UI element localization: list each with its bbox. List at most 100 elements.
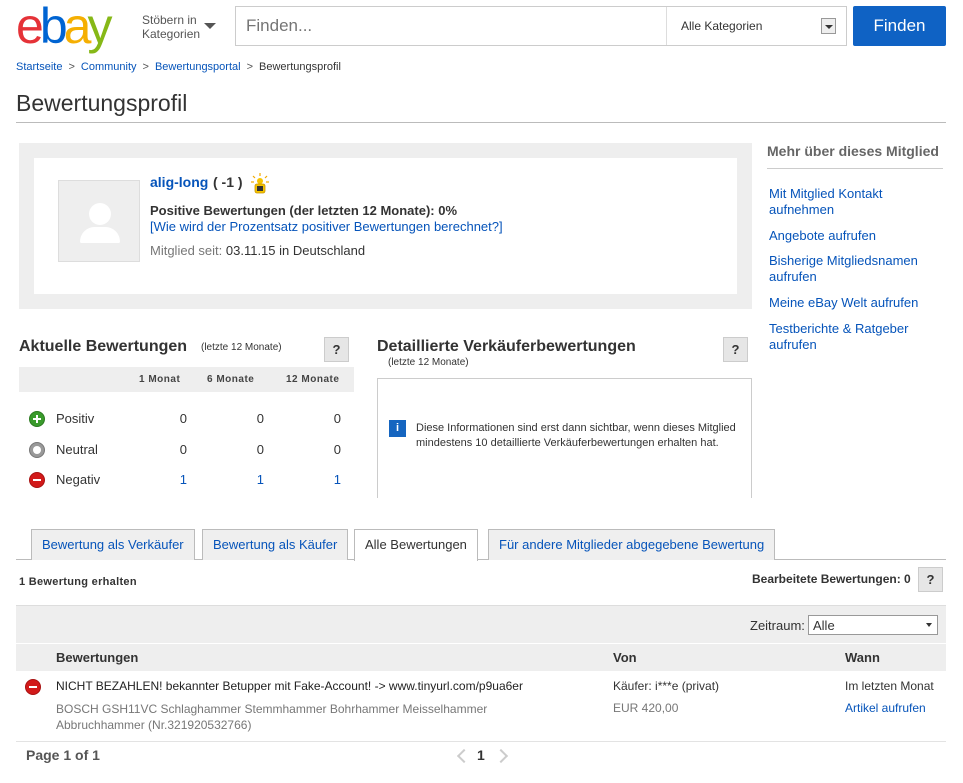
info-icon: i — [389, 420, 406, 437]
feedback-comment: NICHT BEZAHLEN! bekannter Betupper mit F… — [56, 679, 523, 693]
breadcrumb-separator: > — [68, 61, 75, 73]
ebay-logo[interactable]: ebay — [16, 1, 134, 51]
breadcrumb-home[interactable]: Startseite — [16, 61, 62, 73]
positive-icon — [29, 411, 45, 427]
dsr-help-button[interactable]: ? — [723, 337, 748, 362]
breadcrumb: Startseite > Community > Bewertungsportal > Be… — [16, 61, 341, 73]
feedback-score: ( -1 ) — [213, 174, 243, 190]
breadcrumb-community[interactable]: Community — [81, 61, 137, 73]
sidebar-link-contact[interactable]: Mit Mitglied Kontakt aufnehmen — [769, 186, 939, 218]
category-select-value: Alle Kategorien — [681, 19, 763, 33]
dropdown-arrow-icon — [821, 18, 836, 34]
feedback-from: Käufer: i***e (privat) — [613, 679, 720, 693]
chevron-down-icon — [204, 23, 216, 29]
period-select-value: Alle — [813, 618, 835, 633]
breadcrumb-current: Bewertungsprofil — [259, 61, 341, 73]
edited-count: Bearbeitete Bewertungen: 0 — [752, 572, 911, 586]
dsr-panel: i Diese Informationen sind erst dann sic… — [377, 378, 752, 498]
dsr-subtitle: (letzte 12 Monate) — [388, 357, 469, 368]
positive-feedback-percent: Positive Bewertungen (der letzten 12 Mon… — [150, 203, 458, 218]
sidebar-link-my-world[interactable]: Meine eBay Welt aufrufen — [769, 295, 939, 311]
profile-card-inner: alig-long ( -1 ) Positive Bewertungen (d… — [34, 158, 737, 294]
username-link[interactable]: alig-long — [150, 174, 208, 190]
tab-as-buyer[interactable]: Bewertung als Käufer — [202, 529, 349, 560]
period-select[interactable]: Alle — [808, 615, 938, 635]
member-since-label: Mitglied seit: — [150, 243, 223, 258]
feedback-table-header: 1 Monat 6 Monate 12 Monate — [19, 367, 354, 392]
filter-bar: Zeitraum: Alle — [16, 605, 946, 643]
logo-letter-a: a — [63, 0, 92, 54]
dsr-title: Detaillierte Verkäuferbewertungen — [377, 338, 636, 355]
tab-as-seller[interactable]: Bewertung als Verkäufer — [31, 529, 195, 560]
edited-help-button[interactable]: ? — [918, 567, 943, 592]
negative-6-months-link[interactable]: 1 — [244, 472, 264, 487]
dsr-info-text: Diese Informationen sind erst dann sicht… — [416, 422, 736, 449]
chevron-right-icon[interactable] — [497, 749, 507, 763]
breadcrumb-feedback-portal[interactable]: Bewertungsportal — [155, 61, 241, 73]
period-label: Zeitraum: — [750, 618, 805, 633]
sidebar-divider — [767, 168, 943, 169]
browse-categories-label: Stöbern in Kategorien — [142, 13, 201, 41]
logo-letter-y: y — [87, 0, 112, 54]
item-title: BOSCH GSH11VC Schlaghammer Stemmhammer B… — [56, 702, 488, 732]
neutral-1-month: 0 — [179, 442, 187, 457]
sidebar-link-listings[interactable]: Angebote aufrufen — [769, 228, 939, 244]
view-item-link[interactable]: Artikel aufrufen — [845, 701, 926, 715]
search-box: Alle Kategorien — [235, 6, 847, 46]
feedback-row-positive: Positiv 0 0 0 — [19, 408, 354, 438]
positive-calc-link[interactable]: [Wie wird der Prozentsatz positiver Bewe… — [150, 219, 503, 234]
chevron-down-icon — [926, 623, 932, 627]
sidebar-title: Mehr über dieses Mitglied — [767, 143, 939, 159]
logo-letter-e: e — [16, 0, 44, 54]
feedback-row-label: Positiv — [56, 411, 95, 426]
current-feedback-help-button[interactable]: ? — [324, 337, 349, 362]
positive-12-months: 0 — [333, 411, 341, 426]
new-member-icon — [251, 173, 269, 194]
find-button[interactable]: Finden — [853, 6, 946, 46]
negative-icon — [25, 679, 41, 695]
feedback-when: Im letzten Monat — [845, 679, 934, 693]
breadcrumb-separator: > — [246, 61, 254, 73]
feedback-list-header: Bewertungen Von Wann — [16, 644, 946, 671]
received-count: 1 Bewertung erhalten — [19, 576, 137, 588]
breadcrumb-separator: > — [142, 61, 149, 73]
header-when: Wann — [845, 650, 880, 665]
neutral-6-months: 0 — [256, 442, 264, 457]
sidebar-link-previous-names[interactable]: Bisherige Mitgliedsnamen aufrufen — [769, 253, 939, 285]
negative-1-month-link[interactable]: 1 — [167, 472, 187, 487]
search-input[interactable] — [236, 7, 666, 45]
tab-left-for-others[interactable]: Für andere Mitglieder abgegebene Bewertu… — [488, 529, 776, 560]
column-6-months: 6 Monate — [207, 374, 255, 385]
title-divider — [16, 122, 946, 123]
header-from: Von — [613, 650, 637, 665]
page-number-current[interactable]: 1 — [477, 747, 485, 763]
member-since-value: 03.11.15 in Deutschland — [225, 243, 366, 258]
profile-card: alig-long ( -1 ) Positive Bewertungen (d… — [19, 143, 752, 309]
browse-categories[interactable]: Stöbern in Kategorien — [142, 13, 222, 41]
member-since: Mitglied seit: 03.11.15 in Deutschland — [150, 243, 365, 258]
avatar — [58, 180, 140, 262]
header-feedback: Bewertungen — [56, 650, 139, 665]
category-select[interactable]: Alle Kategorien — [666, 7, 846, 45]
chevron-left-icon[interactable] — [456, 749, 466, 763]
current-feedback-subtitle: (letzte 12 Monate) — [201, 342, 282, 353]
column-12-months: 12 Monate — [286, 374, 340, 385]
feedback-row-negative: Negativ 1 1 1 — [19, 469, 354, 499]
positive-1-month: 0 — [179, 411, 187, 426]
neutral-12-months: 0 — [333, 442, 341, 457]
negative-12-months-link[interactable]: 1 — [321, 472, 341, 487]
neutral-icon — [29, 442, 45, 458]
negative-icon — [29, 472, 45, 488]
feedback-row-label: Neutral — [56, 442, 98, 457]
tab-all-feedback[interactable]: Alle Bewertungen — [354, 529, 478, 561]
current-feedback-title: Aktuelle Bewertungen — [19, 338, 188, 355]
avatar-body — [80, 227, 120, 243]
positive-6-months: 0 — [256, 411, 264, 426]
sidebar-link-reviews-guides[interactable]: Testberichte & Ratgeber aufrufen — [769, 321, 939, 353]
feedback-row-label: Negativ — [56, 472, 101, 487]
column-1-month: 1 Monat — [139, 374, 181, 385]
page-of-label: Page 1 of 1 — [26, 747, 100, 763]
item-price: EUR 420,00 — [613, 701, 679, 715]
feedback-row-neutral: Neutral 0 0 0 — [19, 439, 354, 469]
logo-letter-b: b — [39, 0, 68, 54]
